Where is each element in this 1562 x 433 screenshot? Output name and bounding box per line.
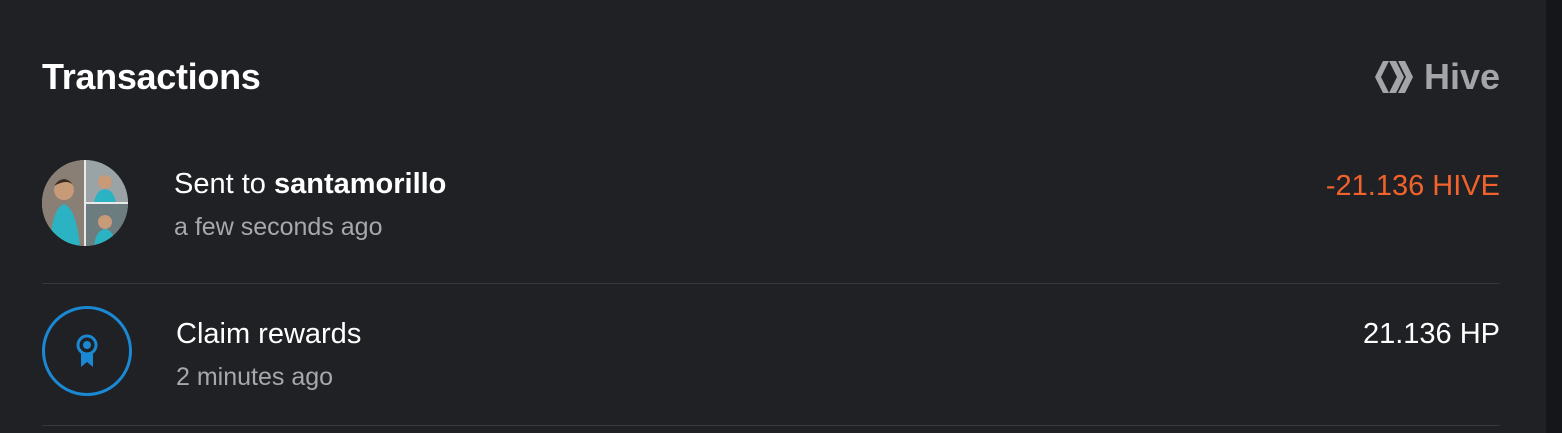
chain-selector[interactable]: Hive	[1374, 56, 1500, 98]
hive-logo-icon	[1374, 59, 1414, 95]
transaction-row[interactable]: Claim rewards 2 minutes ago 21.136 HP	[42, 284, 1500, 426]
transaction-row[interactable]: Sent to santamorillo a few seconds ago -…	[42, 136, 1500, 284]
transaction-text: Claim rewards 2 minutes ago	[176, 314, 361, 394]
scrollbar-track[interactable]	[1546, 0, 1562, 433]
chain-label: Hive	[1423, 56, 1500, 97]
transactions-header: Transactions Hive	[42, 50, 1500, 104]
transaction-title: Sent to santamorillo	[174, 164, 446, 204]
award-ribbon-icon	[42, 306, 132, 396]
recipient-account[interactable]: santamorillo	[274, 168, 446, 200]
transaction-action: Sent to	[174, 168, 274, 200]
transaction-title: Claim rewards	[176, 318, 362, 350]
transaction-amount: -21.136 HIVE	[1325, 170, 1500, 202]
transaction-text: Sent to santamorillo a few seconds ago	[174, 164, 446, 244]
transaction-time: a few seconds ago	[174, 213, 383, 241]
transaction-amount: 21.136 HP	[1362, 318, 1500, 350]
transactions-panel: Transactions Hive Sent to santamorillo a…	[0, 0, 1546, 433]
transaction-list: Sent to santamorillo a few seconds ago -…	[42, 136, 1500, 426]
page-title: Transactions	[42, 56, 261, 97]
transaction-time: 2 minutes ago	[176, 363, 334, 391]
avatar[interactable]	[42, 160, 128, 246]
